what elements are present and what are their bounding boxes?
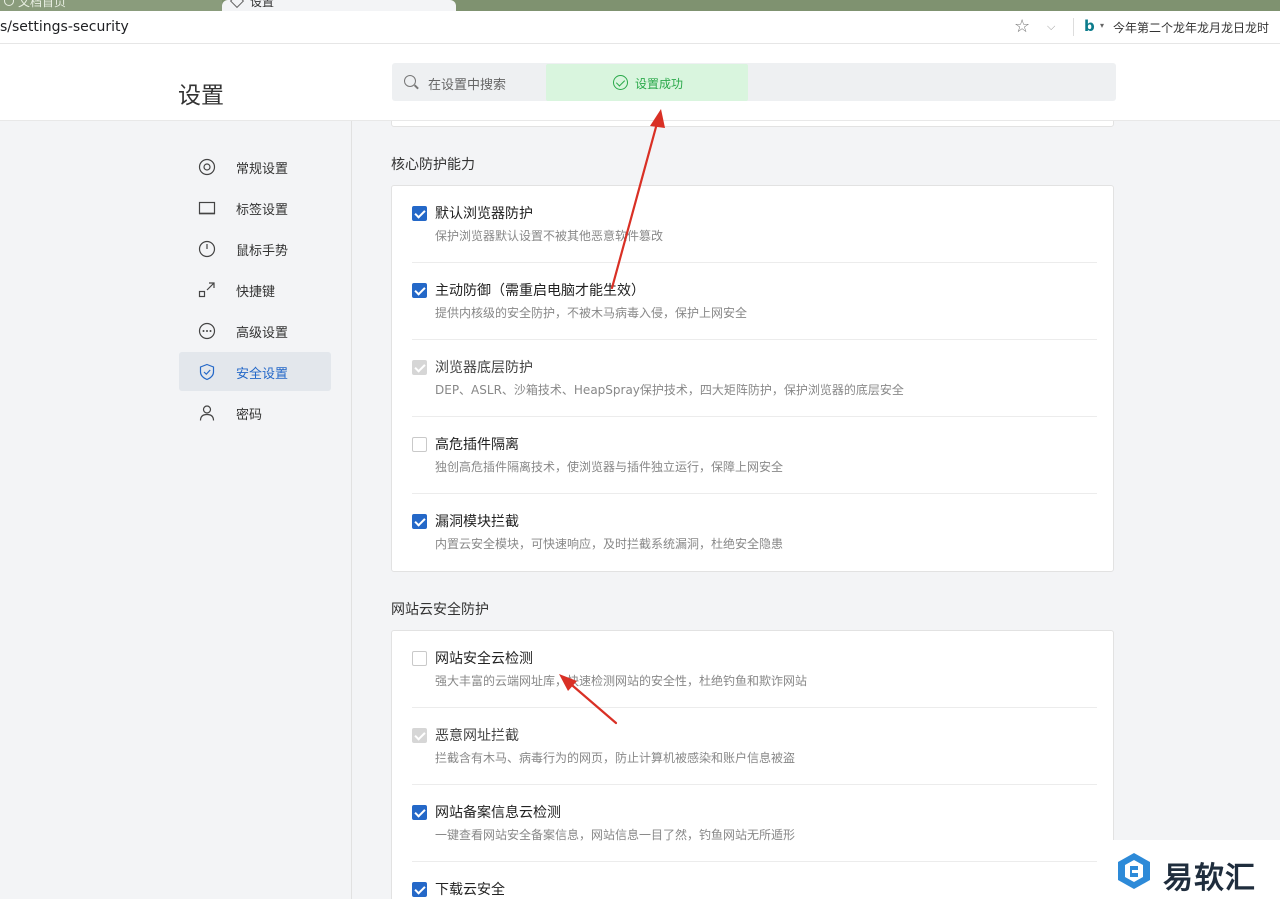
- option-row: 浏览器底层防护 DEP、ASLR、沙箱技术、HeapSpray保护技术，四大矩阵…: [392, 340, 1115, 417]
- option-desc: DEP、ASLR、沙箱技术、HeapSpray保护技术，四大矩阵防护，保护浏览器…: [435, 383, 904, 397]
- checkbox: [412, 360, 427, 375]
- advanced-settings-icon: [198, 322, 216, 340]
- bing-icon[interactable]: b: [1084, 17, 1095, 35]
- option-title: 高危插件隔离: [435, 437, 519, 453]
- sidebar-item-label: 常规设置: [236, 162, 289, 177]
- checkbox[interactable]: [412, 206, 427, 221]
- option-row: 高危插件隔离 独创高危插件隔离技术，使浏览器与插件独立运行，保障上网安全: [392, 417, 1115, 494]
- option-desc: 一键查看网站安全备案信息，网站信息一目了然，钓鱼网站无所遁形: [435, 828, 796, 842]
- sidebar-item-label: 安全设置: [236, 367, 289, 382]
- tab-favicon-icon: [4, 0, 14, 6]
- chevron-down-icon[interactable]: ⌵: [1047, 20, 1055, 34]
- sidebar-item-general[interactable]: 常规设置: [179, 147, 331, 186]
- toast-text: 设置成功: [635, 77, 684, 91]
- sidebar-item-shortcuts[interactable]: 快捷键: [179, 270, 331, 309]
- option-row: 网站备案信息云检测 一键查看网站安全备案信息，网站信息一目了然，钓鱼网站无所遁形: [392, 785, 1115, 862]
- option-row: 漏洞模块拦截 内置云安全模块，可快速响应，及时拦截系统漏洞，杜绝安全隐患: [392, 494, 1115, 571]
- tab-label: 设置: [250, 0, 275, 9]
- option-desc: 提供内核级的安全防护，不被木马病毒入侵，保护上网安全: [435, 306, 748, 320]
- search-suggestion[interactable]: 今年第二个龙年龙月龙日龙时: [1113, 19, 1269, 36]
- sidebar: 常规设置 标签设置 鼠标手势 快捷键 高级设置 安全设置 密码: [0, 121, 352, 899]
- checkbox[interactable]: [412, 437, 427, 452]
- option-title: 网站备案信息云检测: [435, 805, 561, 821]
- sidebar-item-label: 快捷键: [236, 285, 276, 300]
- sidebar-item-label: 标签设置: [236, 203, 289, 218]
- sidebar-item-advanced[interactable]: 高级设置: [179, 311, 331, 350]
- watermark-text: 易软汇: [1163, 861, 1256, 896]
- option-title: 网站安全云检测: [435, 651, 533, 667]
- option-desc: 内置云安全模块，可快速响应，及时拦截系统漏洞，杜绝安全隐患: [435, 537, 784, 551]
- option-row: 默认浏览器防护 保护浏览器默认设置不被其他恶意软件篡改: [392, 186, 1115, 263]
- settings-search-input[interactable]: 在设置中搜索: [392, 63, 1116, 101]
- option-desc: 拦截含有木马、病毒行为的网页，防止计算机被感染和账户信息被盗: [435, 751, 796, 765]
- option-row: 网站安全云检测 强大丰富的云端网址库，快速检测网站的安全性，杜绝钓鱼和欺诈网站: [392, 631, 1115, 708]
- address-bar: s/settings-security ☆ ⌵ b ▾ 今年第二个龙年龙月龙日龙…: [0, 11, 1280, 44]
- caret-down-icon[interactable]: ▾: [1100, 21, 1104, 30]
- section-title: 核心防护能力: [391, 157, 475, 173]
- tab-previous[interactable]: 文档首页: [0, 0, 222, 11]
- watermark: 易软汇: [1108, 840, 1280, 899]
- sidebar-item-security[interactable]: 安全设置: [179, 352, 331, 391]
- check-circle-icon: [613, 75, 628, 90]
- star-icon[interactable]: ☆: [1014, 16, 1030, 37]
- settings-content: 核心防护能力 默认浏览器防护 保护浏览器默认设置不被其他恶意软件篡改 主动防御（…: [353, 121, 1280, 899]
- sidebar-item-label: 高级设置: [236, 326, 289, 341]
- tab-label: 文档首页: [18, 0, 67, 9]
- sidebar-item-password[interactable]: 密码: [179, 393, 331, 432]
- option-title: 主动防御（需重启电脑才能生效）: [435, 283, 645, 299]
- option-desc: 保护浏览器默认设置不被其他恶意软件篡改: [435, 229, 664, 243]
- url-field[interactable]: s/settings-security: [0, 19, 129, 35]
- yiruanhui-logo: [1118, 853, 1150, 889]
- option-title: 漏洞模块拦截: [435, 514, 519, 530]
- user-icon: [199, 405, 215, 421]
- web-cloud-protection-card: 网站安全云检测 强大丰富的云端网址库，快速检测网站的安全性，杜绝钓鱼和欺诈网站 …: [391, 630, 1114, 899]
- option-row: 下载云安全: [392, 862, 1115, 899]
- mouse-gesture-icon: [198, 240, 216, 258]
- shield-icon: [199, 363, 215, 381]
- section-title: 网站云安全防护: [391, 602, 489, 618]
- tab-strip: 文档首页 设置: [0, 0, 1280, 11]
- option-title: 默认浏览器防护: [435, 206, 533, 222]
- previous-card: [391, 121, 1114, 127]
- checkbox[interactable]: [412, 283, 427, 298]
- option-title: 浏览器底层防护: [435, 360, 533, 376]
- option-desc: 强大丰富的云端网址库，快速检测网站的安全性，杜绝钓鱼和欺诈网站: [435, 674, 808, 688]
- sidebar-item-mouse-gestures[interactable]: 鼠标手势: [179, 229, 331, 268]
- search-icon: [404, 75, 416, 87]
- sidebar-item-tabs[interactable]: 标签设置: [179, 188, 331, 227]
- search-placeholder: 在设置中搜索: [428, 78, 507, 93]
- option-desc: 独创高危插件隔离技术，使浏览器与插件独立运行，保障上网安全: [435, 460, 784, 474]
- shortcut-icon: [198, 282, 215, 298]
- checkbox: [412, 728, 427, 743]
- checkbox[interactable]: [412, 805, 427, 820]
- sidebar-item-label: 密码: [236, 408, 263, 423]
- tab-settings-icon: [198, 201, 216, 215]
- sidebar-item-label: 鼠标手势: [236, 244, 289, 259]
- option-row: 主动防御（需重启电脑才能生效） 提供内核级的安全防护，不被木马病毒入侵，保护上网…: [392, 263, 1115, 340]
- general-settings-icon: [198, 158, 216, 176]
- option-row: 恶意网址拦截 拦截含有木马、病毒行为的网页，防止计算机被感染和账户信息被盗: [392, 708, 1115, 785]
- divider: [1073, 18, 1074, 36]
- option-title: 恶意网址拦截: [435, 728, 519, 744]
- page-title: 设置: [178, 83, 224, 109]
- success-toast: 设置成功: [546, 64, 748, 101]
- option-title: 下载云安全: [435, 882, 505, 898]
- checkbox[interactable]: [412, 514, 427, 529]
- core-protection-card: 默认浏览器防护 保护浏览器默认设置不被其他恶意软件篡改 主动防御（需重启电脑才能…: [391, 185, 1114, 572]
- checkbox[interactable]: [412, 882, 427, 897]
- checkbox[interactable]: [412, 651, 427, 666]
